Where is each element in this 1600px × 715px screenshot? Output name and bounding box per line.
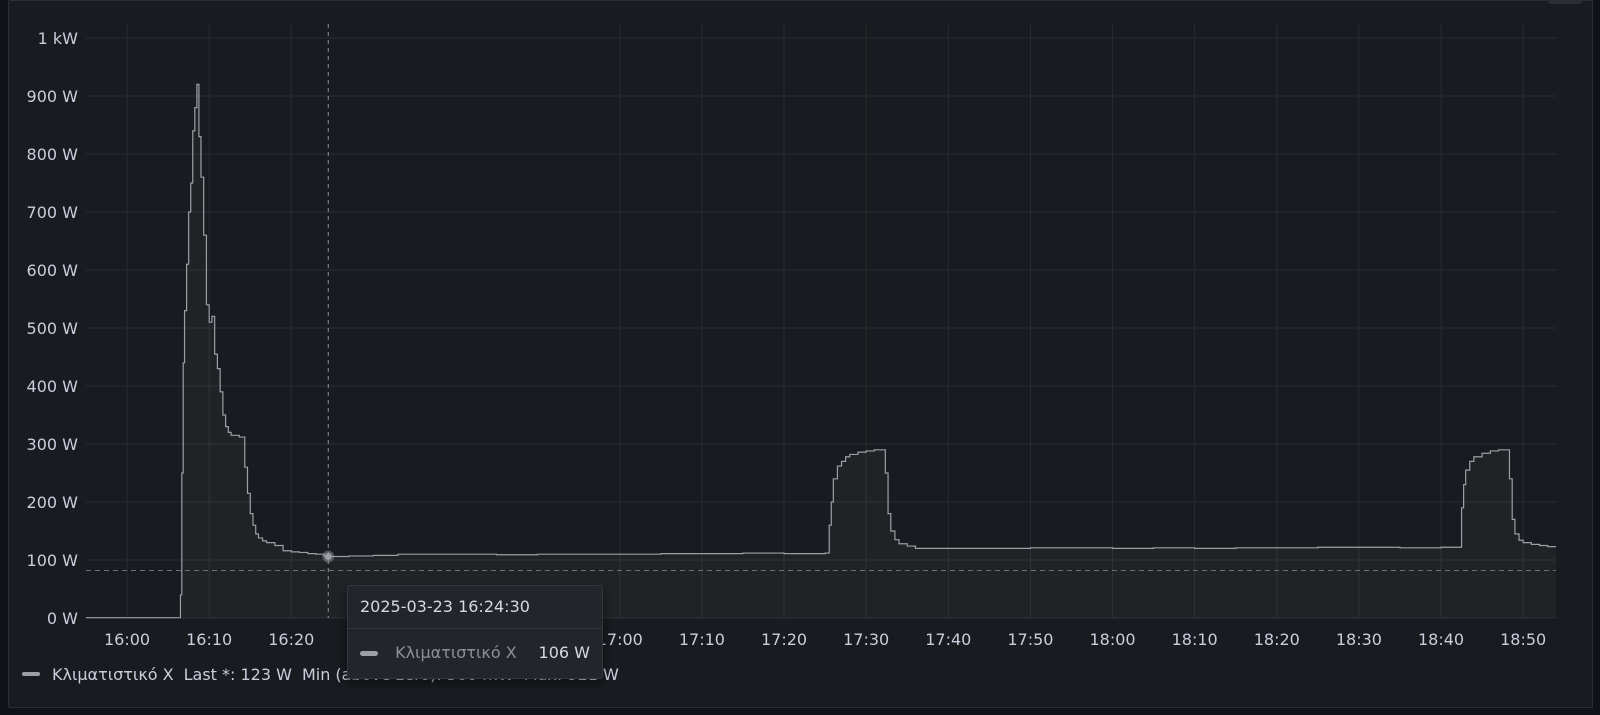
y-tick-label: 300 W	[27, 435, 79, 454]
x-tick-label: 17:20	[761, 630, 807, 649]
y-tick-label: 600 W	[27, 261, 79, 280]
x-tick-label: 17:30	[843, 630, 889, 649]
x-tick-label: 17:00	[597, 630, 643, 649]
x-tick-label: 18:40	[1418, 630, 1464, 649]
y-tick-label: 800 W	[27, 145, 79, 164]
time-series-chart[interactable]: 0 W 100 W 200 W 300 W 400 W 500 W 600 W 700 W 80…	[0, 0, 1600, 715]
y-tick-label: 500 W	[27, 319, 79, 338]
legend-last: Last *: 123 W	[183, 664, 292, 684]
y-tick-label: 100 W	[27, 551, 79, 570]
series-area	[86, 84, 1556, 618]
legend-swatch	[22, 672, 40, 676]
x-tick-label: 17:10	[679, 630, 725, 649]
y-tick-label: 0 W	[47, 609, 78, 628]
hover-point	[324, 553, 332, 561]
tooltip-value: 106 W	[538, 643, 590, 662]
y-tick-label: 700 W	[27, 203, 79, 222]
y-tick-label: 900 W	[27, 87, 79, 106]
tooltip-series-name: Κλιματιστικό Χ	[395, 643, 517, 662]
x-tick-label: 17:50	[1007, 630, 1053, 649]
legend-series-name[interactable]: Κλιματιστικό Χ	[52, 665, 174, 684]
x-tick-label: 16:00	[104, 630, 150, 649]
x-tick-label: 17:40	[925, 630, 971, 649]
x-tick-label: 18:00	[1089, 630, 1135, 649]
x-tick-label: 18:10	[1172, 630, 1218, 649]
x-tick-label: 18:50	[1500, 630, 1546, 649]
tooltip-time: 2025-03-23 16:24:30	[348, 586, 602, 629]
y-tick-label: 400 W	[27, 377, 79, 396]
y-tick-label: 1 kW	[38, 29, 79, 48]
hover-tooltip: 2025-03-23 16:24:30 Κλιματιστικό Χ 106 W	[347, 585, 603, 679]
series-line[interactable]	[86, 83, 1556, 619]
x-tick-label: 16:10	[186, 630, 232, 649]
tooltip-row: Κλιματιστικό Χ 106 W	[348, 629, 602, 677]
x-tick-label: 18:30	[1336, 630, 1382, 649]
y-tick-label: 200 W	[27, 493, 79, 512]
x-tick-label: 16:20	[268, 630, 314, 649]
tooltip-swatch	[360, 651, 378, 656]
x-tick-label: 18:20	[1254, 630, 1300, 649]
